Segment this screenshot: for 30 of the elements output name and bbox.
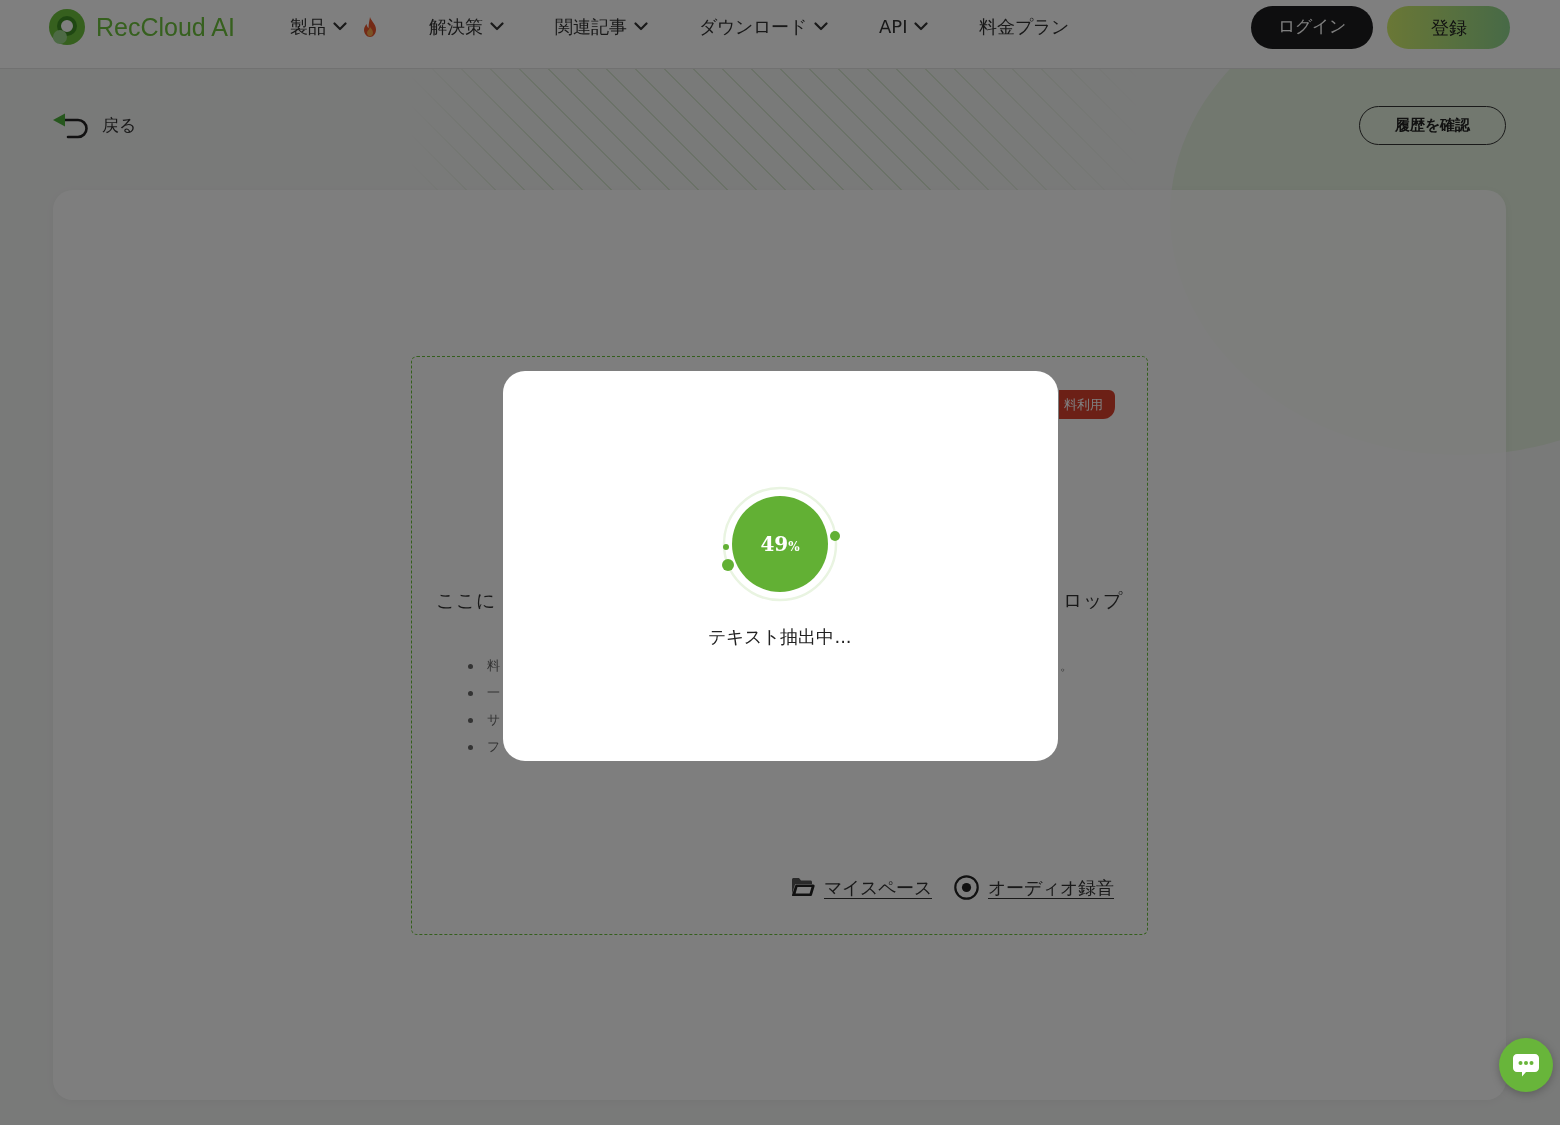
text-link[interactable]: オーディオ録音	[954, 873, 1114, 901]
nav-link[interactable]: 製品	[289, 15, 347, 39]
bullet-icon	[468, 744, 473, 750]
back-link[interactable]: 戻る	[53, 112, 136, 139]
nav-link[interactable]: 解決策	[428, 15, 504, 39]
tip-text: 。	[1060, 657, 1073, 676]
instruction-text: ここに	[436, 587, 496, 613]
instruction-text: ロップ	[1063, 587, 1123, 613]
logo-icon	[48, 8, 86, 46]
tip-text: 料	[487, 657, 500, 676]
nav-link[interactable]: 関連記事	[554, 15, 648, 39]
nav-link[interactable]: API	[878, 15, 929, 39]
text-link[interactable]: マイスペース	[791, 873, 932, 901]
bullet-icon	[468, 717, 473, 723]
folder-icon	[791, 877, 815, 897]
back-arrow-icon	[53, 112, 89, 139]
progress-percent: 49%	[760, 534, 800, 554]
status-text: テキスト抽出中...	[708, 625, 852, 649]
chat-button[interactable]	[1499, 1038, 1553, 1092]
signup-button[interactable]: 登録	[1387, 5, 1510, 49]
nav-link[interactable]: 料金プラン	[979, 15, 1070, 39]
free-tag: 料利用	[1059, 389, 1115, 419]
tip-text: フ	[487, 738, 500, 757]
chat-bubble-icon	[1512, 1052, 1540, 1078]
tip-text: サ	[487, 711, 500, 730]
bullet-icon	[468, 690, 473, 696]
nav-link[interactable]: ダウンロード	[698, 15, 828, 39]
bullet-icon	[468, 663, 473, 669]
record-icon	[954, 874, 979, 900]
login-button[interactable]: ログイン	[1251, 5, 1373, 49]
